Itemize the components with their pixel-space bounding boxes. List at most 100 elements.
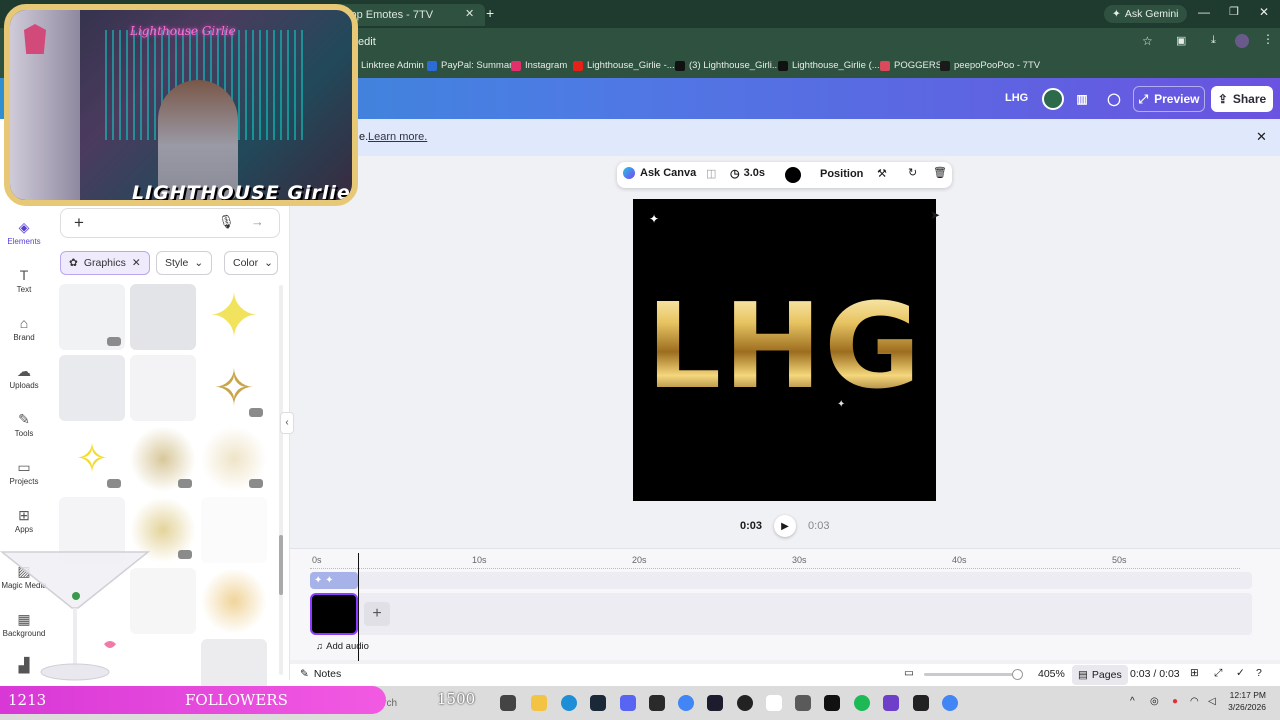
graphic-thumbnail[interactable]	[59, 355, 125, 421]
sparkle-element[interactable]: ✦	[837, 399, 845, 410]
capcut-icon[interactable]	[824, 695, 840, 711]
color-swatch[interactable]	[785, 167, 801, 183]
nav-item-apps[interactable]: ⊞ Apps	[0, 507, 48, 534]
graphic-thumbnail[interactable]	[130, 355, 196, 421]
microphone-icon[interactable]: 🎙	[218, 214, 235, 230]
sparkle-element[interactable]: ✦	[649, 212, 659, 226]
grid-view-icon[interactable]: ⊞	[1190, 667, 1199, 679]
spotify-icon[interactable]	[854, 695, 870, 711]
calculator-icon[interactable]	[795, 695, 811, 711]
app-icon[interactable]	[883, 695, 899, 711]
glitter-graphic[interactable]	[201, 426, 267, 492]
tray-chevron-icon[interactable]: ^	[1130, 696, 1135, 707]
task-view-icon[interactable]	[500, 695, 516, 711]
design-title[interactable]: LHG	[1005, 92, 1028, 104]
obs-icon[interactable]	[737, 695, 753, 711]
filter-chip-color[interactable]: Color ⌄	[224, 251, 278, 275]
rotate-icon[interactable]: ↻	[908, 166, 917, 179]
comment-icon[interactable]: ◯	[1102, 86, 1126, 112]
minimize-icon[interactable]: —	[1198, 5, 1210, 19]
bookmark-7tv[interactable]: peepoPooPoo - 7TV	[940, 60, 1040, 71]
bookmark-x[interactable]: (3) Lighthouse_Girli...	[675, 60, 780, 71]
zoom-slider[interactable]	[924, 669, 1023, 680]
help-icon[interactable]: ?	[1256, 667, 1262, 679]
network-icon[interactable]: ◎	[1150, 696, 1159, 707]
graphic-thumbnail[interactable]	[130, 284, 196, 350]
position-button[interactable]: Position	[820, 168, 863, 180]
wifi-icon[interactable]: ◠	[1190, 696, 1199, 707]
app-icon[interactable]	[707, 695, 723, 711]
graphic-thumbnail[interactable]	[59, 284, 125, 350]
design-canvas[interactable]: ✦ LHG ✦	[633, 199, 936, 501]
epic-games-icon[interactable]	[649, 695, 665, 711]
play-button[interactable]: ▶	[774, 515, 797, 537]
restore-icon[interactable]: ❐	[1229, 5, 1239, 18]
zoom-level[interactable]: 405%	[1038, 668, 1065, 680]
ask-canva-button[interactable]: Ask Canva	[623, 167, 696, 179]
filter-chip-style[interactable]: Style ⌄	[156, 251, 213, 275]
discord-icon[interactable]	[620, 695, 636, 711]
panel-scrollbar[interactable]	[279, 285, 283, 675]
delete-icon[interactable]: 🗑	[933, 166, 947, 179]
insights-icon[interactable]: ▥	[1070, 86, 1094, 112]
app-icon[interactable]	[766, 695, 782, 711]
nav-item-projects[interactable]: ▭ Projects	[0, 459, 48, 486]
edge-icon[interactable]	[561, 695, 577, 711]
url-field[interactable]: /edit	[355, 33, 1115, 51]
glitter-graphic[interactable]	[130, 426, 196, 492]
zoom-slider-thumb[interactable]	[1012, 669, 1023, 680]
profile-avatar[interactable]	[1235, 34, 1249, 48]
fit-icon[interactable]: ▭	[904, 667, 914, 679]
app-icon[interactable]	[913, 695, 929, 711]
collaborator-avatar[interactable]	[1042, 88, 1064, 110]
sidebar-icon[interactable]: ▣	[1176, 34, 1186, 47]
flip-icon[interactable]: ◫	[706, 167, 716, 180]
check-icon[interactable]: ✓	[1236, 667, 1245, 679]
add-audio-button[interactable]: ♫ Add audio	[316, 641, 369, 652]
yellow-sparkle-graphic[interactable]: ✦	[201, 284, 267, 350]
add-icon[interactable]: +	[74, 213, 84, 233]
paint-format-icon[interactable]: ⚒	[877, 167, 887, 180]
bookmark-poggers[interactable]: POGGERS	[880, 60, 942, 71]
page-clip[interactable]	[310, 593, 358, 635]
lhg-gold-text[interactable]: LHG	[633, 287, 936, 405]
fullscreen-icon[interactable]: ⤢	[1214, 667, 1222, 680]
pages-button[interactable]: ▤ Pages	[1072, 665, 1128, 685]
gold-sparkle-graphic[interactable]: ✧	[201, 355, 267, 421]
nav-item-tools[interactable]: ✎ Tools	[0, 411, 48, 438]
new-tab-icon[interactable]: +	[486, 5, 494, 21]
bookmark-paypal[interactable]: PayPal: Summary	[427, 60, 517, 71]
nav-item-brand[interactable]: ⌂ Brand	[0, 315, 48, 342]
steam-icon[interactable]	[590, 695, 606, 711]
tab-close-icon[interactable]: ✕	[465, 7, 474, 20]
notes-button[interactable]: ✎ Notes	[300, 668, 341, 680]
filter-chip-graphics[interactable]: ✿ Graphics ✕	[60, 251, 150, 275]
bookmark-instagram[interactable]: Instagram	[511, 60, 567, 71]
nav-item-elements[interactable]: ◈ Elements	[0, 219, 48, 246]
bookmark-tiktok[interactable]: Lighthouse_Girlie (...	[778, 60, 880, 71]
menu-kebab-icon[interactable]: ⋮	[1262, 32, 1274, 46]
system-clock[interactable]: 12:17 PM 3/26/2026	[1228, 689, 1266, 713]
share-button[interactable]: ⇪ Share	[1211, 86, 1273, 112]
graphic-thumbnail[interactable]	[201, 497, 267, 563]
chrome-icon[interactable]	[678, 695, 694, 711]
download-icon[interactable]: ⤓	[1211, 34, 1216, 47]
sparkle-track-clip[interactable]: ✦ ✦	[310, 572, 358, 589]
microphone-tray-icon[interactable]: ●	[1172, 696, 1178, 707]
file-explorer-icon[interactable]	[531, 695, 547, 711]
preview-button[interactable]: ⤢ Preview	[1133, 86, 1205, 112]
chrome-active-icon[interactable]	[942, 695, 958, 711]
gold-dust-graphic[interactable]	[201, 568, 267, 634]
ask-gemini-button[interactable]: ✦ Ask Gemini	[1104, 5, 1187, 23]
banner-close-icon[interactable]: ✕	[1256, 129, 1267, 145]
search-box[interactable]: + 🎙 →	[60, 208, 280, 238]
bookmark-linktree[interactable]: Linktree Admin	[361, 60, 424, 71]
bookmark-youtube[interactable]: Lighthouse_Girlie -...	[573, 60, 675, 71]
collapse-panel-button[interactable]: ‹	[280, 412, 294, 434]
add-page-button[interactable]: +	[364, 602, 390, 626]
chip-close-icon[interactable]: ✕	[132, 257, 141, 269]
window-close-icon[interactable]: ✕	[1259, 5, 1269, 19]
yellow-sparkles-graphic[interactable]: ✧	[59, 426, 125, 492]
nav-item-text[interactable]: T Text	[0, 267, 48, 294]
scrollbar-thumb[interactable]	[279, 535, 283, 595]
